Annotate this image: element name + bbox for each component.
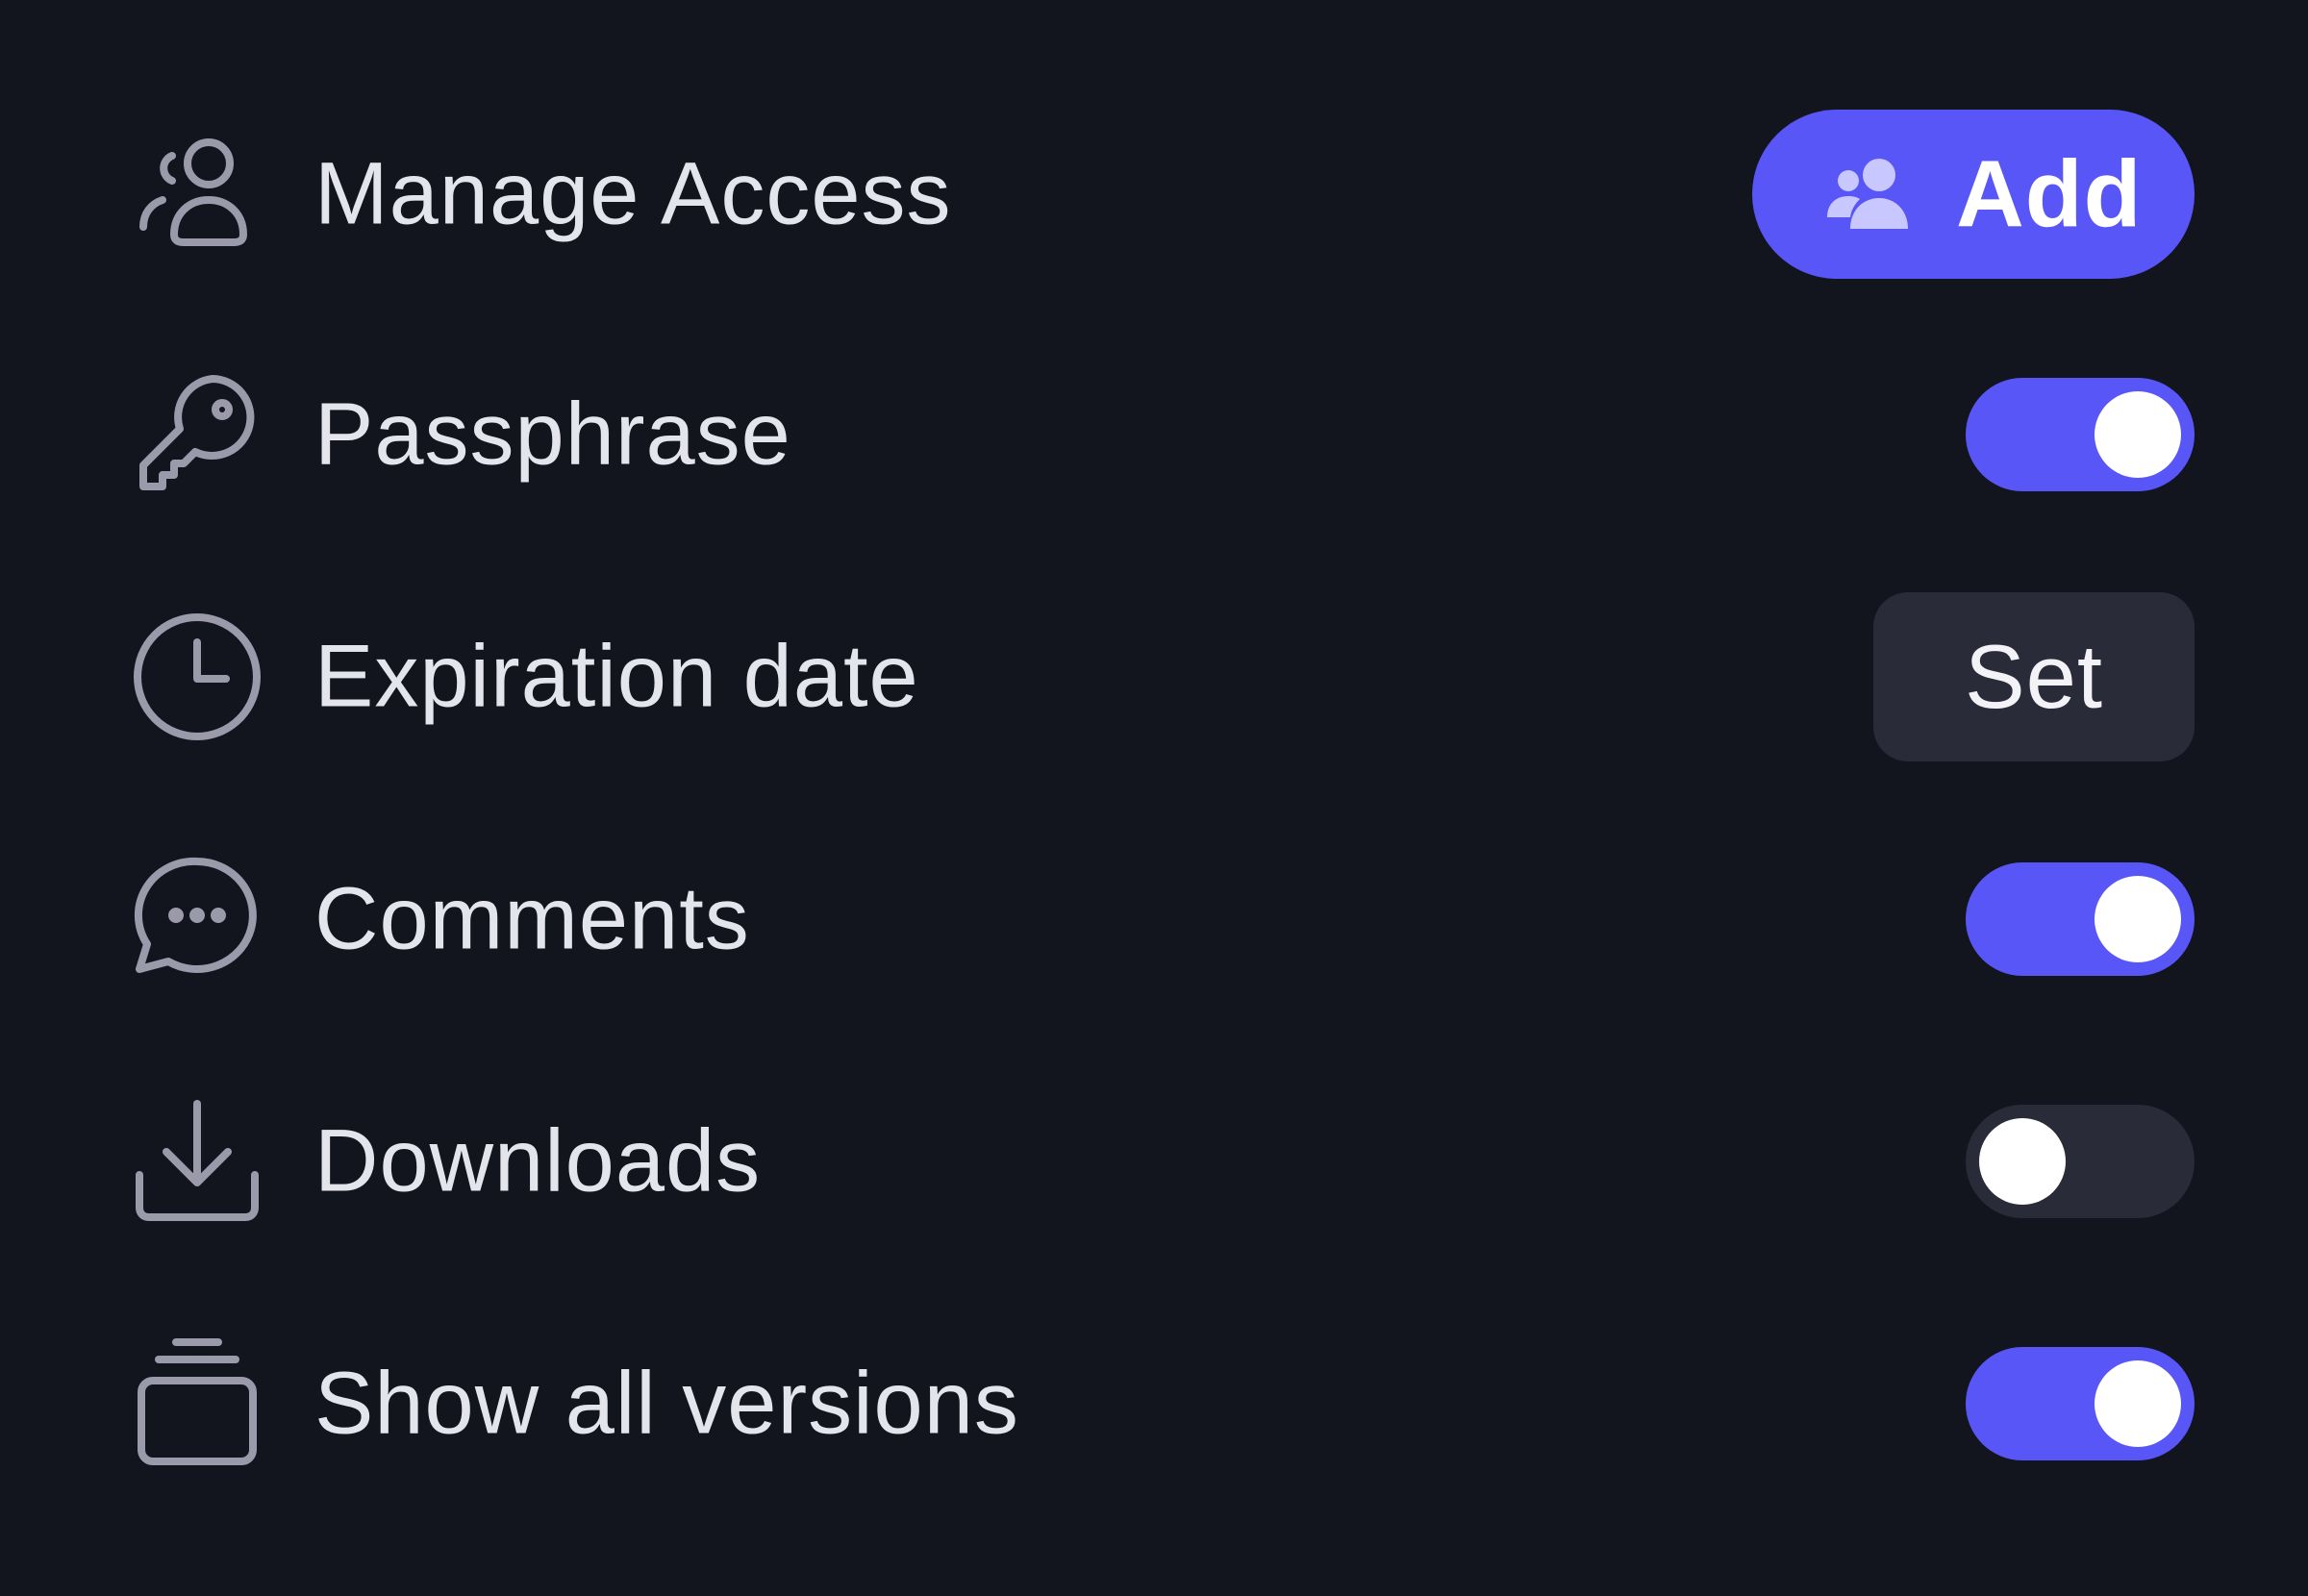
- comment-icon: [130, 852, 264, 986]
- toggle-knob: [2095, 391, 2181, 478]
- passphrase-toggle[interactable]: [1966, 378, 2195, 491]
- expiration-date-label: Expiration date: [314, 627, 919, 726]
- toggle-knob: [2095, 1360, 2181, 1447]
- downloads-toggle[interactable]: [1966, 1105, 2195, 1218]
- set-expiration-button[interactable]: Set: [1873, 592, 2195, 761]
- stack-icon: [130, 1336, 264, 1471]
- sharing-settings-panel: Manage Access Add Passphrase Expiration …: [0, 0, 2308, 1596]
- add-access-label: Add: [1956, 140, 2143, 247]
- downloads-label: Downloads: [314, 1111, 762, 1210]
- setting-row-show-all-versions: Show all versions: [0, 1308, 2308, 1500]
- passphrase-label: Passphrase: [314, 385, 791, 484]
- setting-row-comments: Comments: [0, 823, 2308, 1015]
- toggle-knob: [2095, 876, 2181, 962]
- show-all-versions-label: Show all versions: [314, 1354, 1019, 1453]
- key-icon: [130, 367, 264, 502]
- setting-row-manage-access: Manage Access Add: [0, 98, 2308, 290]
- setting-row-expiration-date: Expiration date Set: [0, 581, 2308, 773]
- download-icon: [130, 1094, 264, 1229]
- setting-row-downloads: Downloads: [0, 1065, 2308, 1258]
- users-icon: [130, 127, 264, 262]
- set-expiration-label: Set: [1964, 626, 2104, 727]
- clock-icon: [130, 610, 264, 744]
- comments-label: Comments: [314, 869, 750, 968]
- setting-row-passphrase: Passphrase: [0, 338, 2308, 531]
- users-add-icon: [1821, 156, 1918, 233]
- show-all-versions-toggle[interactable]: [1966, 1347, 2195, 1460]
- add-access-button[interactable]: Add: [1752, 110, 2195, 279]
- toggle-knob: [1979, 1118, 2066, 1205]
- comments-toggle[interactable]: [1966, 862, 2195, 976]
- manage-access-label: Manage Access: [314, 144, 952, 243]
